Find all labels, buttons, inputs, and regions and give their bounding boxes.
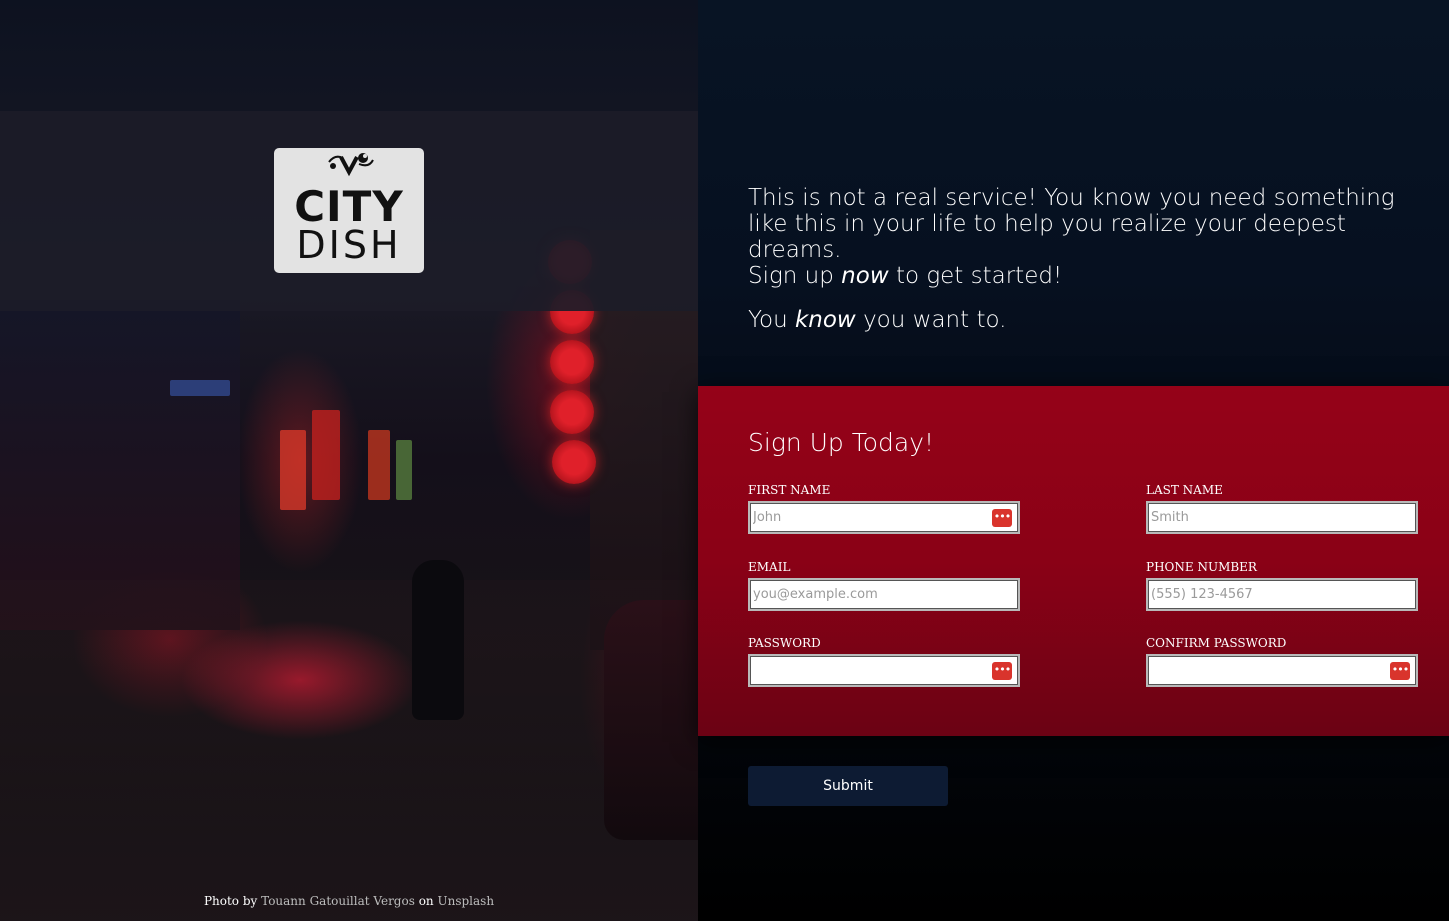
signup-panel: This is not a real service! You know you… bbox=[698, 0, 1449, 921]
confirm-password-label: Confirm Password bbox=[1146, 636, 1287, 650]
intro-line-2-end: to get started! bbox=[895, 263, 1063, 289]
password-input[interactable] bbox=[750, 656, 1018, 685]
password-manager-icon[interactable]: ••• bbox=[1390, 662, 1410, 680]
first-name-label: First Name bbox=[748, 483, 831, 497]
photo-street-glow bbox=[180, 620, 420, 740]
photo-car bbox=[604, 600, 698, 840]
logo-text-dish: DISH bbox=[296, 223, 402, 267]
logo-text-city: CITY bbox=[294, 182, 404, 231]
intro-line-2-emphasis: now bbox=[841, 263, 889, 289]
photo-lantern bbox=[550, 340, 594, 384]
photo-neon-sign bbox=[280, 430, 306, 510]
intro-line-3-end: you want to. bbox=[863, 307, 1007, 333]
form-title: Sign Up Today! bbox=[748, 428, 935, 457]
email-input[interactable] bbox=[750, 580, 1018, 609]
photo-neon-sign bbox=[170, 380, 230, 396]
email-group: Email bbox=[748, 560, 1020, 611]
password-box: ••• bbox=[748, 654, 1020, 687]
intro-line-1: This is not a real service! You know you… bbox=[748, 185, 1395, 263]
confirm-password-input[interactable] bbox=[1148, 656, 1416, 685]
confirm-password-group: Confirm Password ••• bbox=[1146, 636, 1418, 687]
password-manager-icon[interactable]: ••• bbox=[992, 509, 1012, 527]
first-name-box: ••• bbox=[748, 501, 1020, 534]
last-name-input[interactable] bbox=[1148, 503, 1416, 532]
submit-button[interactable]: Submit bbox=[748, 766, 948, 806]
photo-credit-prefix: Photo by bbox=[203, 894, 258, 908]
intro-line-3-emphasis: know bbox=[794, 307, 856, 333]
photo-neon-sign bbox=[312, 410, 340, 500]
intro-line-3-start: You bbox=[748, 307, 788, 333]
photo-pedestrian bbox=[412, 560, 464, 720]
photo-lantern bbox=[552, 440, 596, 484]
first-name-group: First Name ••• bbox=[748, 483, 1020, 534]
phone-input[interactable] bbox=[1148, 580, 1416, 609]
photo-lantern bbox=[550, 390, 594, 434]
email-box bbox=[748, 578, 1020, 611]
photo-author-link[interactable]: Touann Gatouillat Vergos bbox=[261, 894, 415, 908]
hero-photo: CITY DISH Photo by Touann Gatouillat Ver… bbox=[0, 0, 698, 921]
password-label: Password bbox=[748, 636, 821, 650]
photo-credit: Photo by Touann Gatouillat Vergos on Uns… bbox=[0, 894, 698, 908]
photo-neon-sign bbox=[396, 440, 412, 500]
confirm-password-box: ••• bbox=[1146, 654, 1418, 687]
unsplash-link[interactable]: Unsplash bbox=[437, 894, 494, 908]
intro-line-2-start: Sign up bbox=[748, 263, 834, 289]
last-name-group: Last Name bbox=[1146, 483, 1418, 534]
phone-group: Phone Number bbox=[1146, 560, 1418, 611]
password-manager-icon[interactable]: ••• bbox=[992, 662, 1012, 680]
phone-label: Phone Number bbox=[1146, 560, 1257, 574]
intro-copy: This is not a real service! You know you… bbox=[748, 185, 1428, 351]
last-name-label: Last Name bbox=[1146, 483, 1223, 497]
phone-box bbox=[1146, 578, 1418, 611]
intro-paragraph: This is not a real service! You know you… bbox=[748, 185, 1428, 289]
password-group: Password ••• bbox=[748, 636, 1020, 687]
email-label: Email bbox=[748, 560, 791, 574]
brand-logo: CITY DISH bbox=[274, 148, 424, 273]
intro-tagline: You know you want to. bbox=[748, 307, 1428, 333]
photo-credit-middle: on bbox=[418, 894, 434, 908]
last-name-box bbox=[1146, 501, 1418, 534]
photo-neon-sign bbox=[368, 430, 390, 500]
first-name-input[interactable] bbox=[750, 503, 1018, 532]
